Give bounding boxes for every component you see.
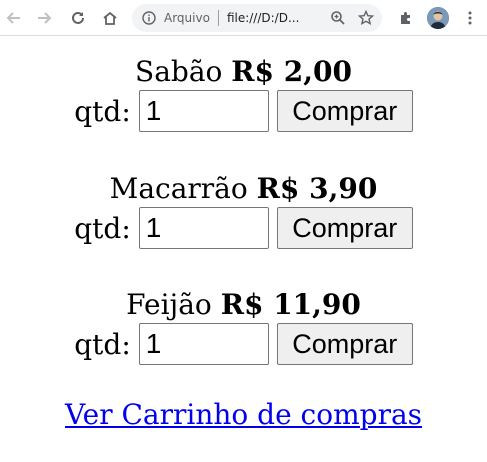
buy-button[interactable]: Comprar [276,90,413,132]
address-bar[interactable]: Arquivo file:///D:/D... [132,4,382,32]
omnibox-scheme-label: Arquivo [164,11,210,25]
product-feijao: Feijão R$ 11,90 qtd: Comprar [0,288,487,366]
zoom-icon[interactable] [330,10,346,29]
product-name: Macarrão [109,172,248,205]
view-cart-link[interactable]: Ver Carrinho de compras [0,398,487,432]
product-name: Feijão [126,288,212,321]
buy-button[interactable]: Comprar [276,323,413,365]
menu-dots-icon[interactable] [458,6,482,30]
browser-toolbar: Arquivo file:///D:/D... [0,0,487,36]
forward-arrow-icon[interactable] [32,6,56,30]
url-text[interactable]: file:///D:/D... [227,11,299,25]
quantity-input[interactable] [138,90,269,132]
product-price: R$ 11,90 [220,288,361,321]
buy-button[interactable]: Comprar [276,207,413,249]
product-name: Sabão [135,55,223,88]
profile-avatar[interactable] [427,7,449,29]
info-icon[interactable] [142,11,156,25]
quantity-row: qtd: Comprar [0,206,487,250]
quantity-input[interactable] [138,207,269,249]
reload-icon[interactable] [66,6,90,30]
quantity-input[interactable] [138,323,269,365]
quantity-label: qtd: [74,327,131,361]
product-title: Feijão R$ 11,90 [0,288,487,322]
quantity-label: qtd: [74,94,131,128]
omnibox-divider [217,10,219,26]
back-arrow-icon[interactable] [2,6,26,30]
quantity-row: qtd: Comprar [0,322,487,366]
extensions-puzzle-icon[interactable] [394,6,418,30]
product-macarrao: Macarrão R$ 3,90 qtd: Comprar [0,172,487,250]
omnibox-tools [330,9,375,29]
bookmark-star-icon[interactable] [357,9,375,29]
product-title: Macarrão R$ 3,90 [0,172,487,206]
product-sabao: Sabão R$ 2,00 qtd: Comprar [0,55,487,133]
page-content: Sabão R$ 2,00 qtd: Comprar Macarrão R$ 3… [0,36,487,462]
product-title: Sabão R$ 2,00 [0,55,487,89]
product-price: R$ 3,90 [256,172,378,205]
product-price: R$ 2,00 [231,55,352,88]
quantity-label: qtd: [74,211,131,245]
home-icon[interactable] [98,6,122,30]
quantity-row: qtd: Comprar [0,89,487,133]
